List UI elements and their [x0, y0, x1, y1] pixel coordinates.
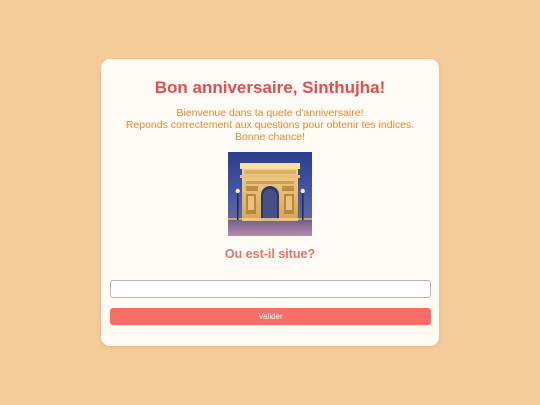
page-title: Bon anniversaire, Sinthujha! — [154, 78, 386, 97]
instructions-line: Reponds correctement aux questions pour … — [125, 119, 415, 131]
answer-input[interactable] — [110, 280, 431, 298]
quest-card: Bon anniversaire, Sinthujha! Bienvenue d… — [101, 59, 439, 346]
good-luck-line: Bonne chance! — [234, 131, 306, 143]
welcome-message: Bienvenue dans ta quete d'anniversaire! … — [101, 107, 439, 143]
landmark-photo — [228, 152, 312, 236]
welcome-line: Bienvenue dans ta quete d'anniversaire! — [176, 107, 364, 119]
validate-button[interactable]: Valider — [110, 308, 431, 325]
riddle-question: Ou est-il situe? — [224, 247, 316, 261]
